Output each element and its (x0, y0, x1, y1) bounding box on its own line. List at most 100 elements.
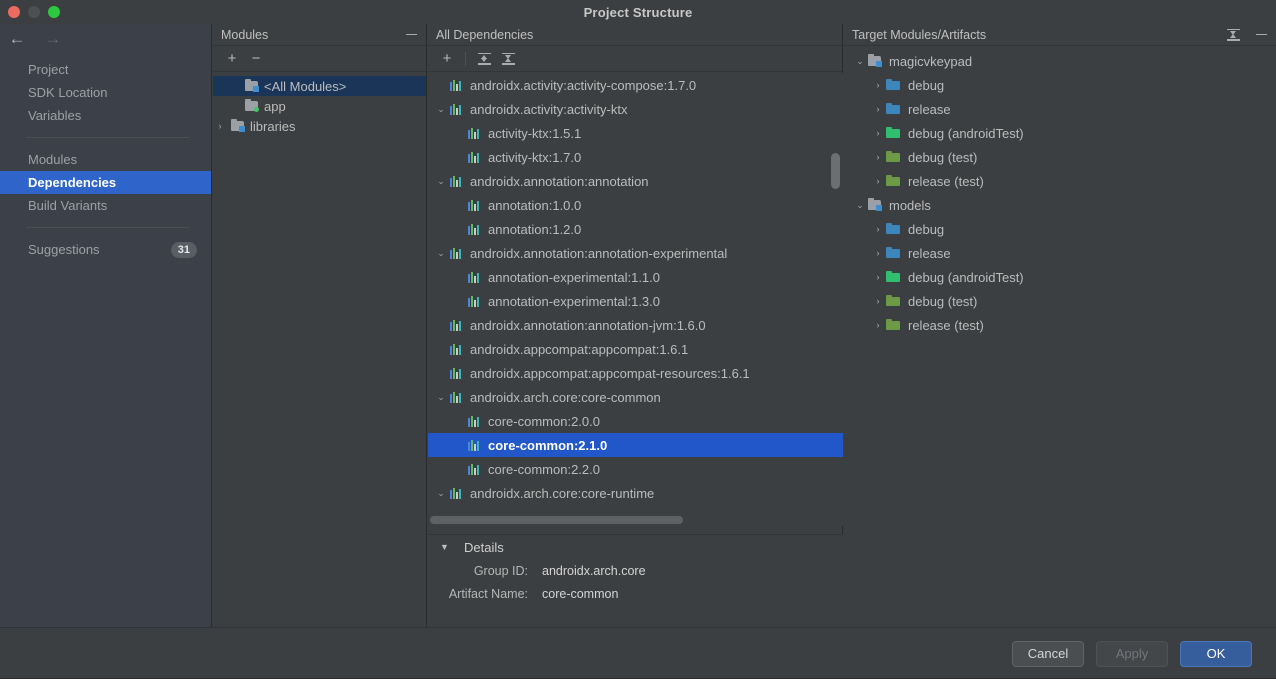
module-row-all-modules[interactable]: › <All Modules> (213, 76, 426, 96)
tree-twisty-icon[interactable]: › (870, 128, 886, 138)
target-row-module[interactable]: ⌄ models (844, 193, 1276, 217)
dependency-row[interactable]: annotation:1.0.0 (428, 193, 843, 217)
modules-tree: › <All Modules> › app › libraries (213, 72, 426, 136)
dependencies-horizontal-scrollbar[interactable] (428, 515, 843, 526)
dependency-row[interactable]: activity-ktx:1.7.0 (428, 145, 843, 169)
sidebar-item-modules[interactable]: Modules (0, 148, 211, 171)
dependency-row[interactable]: core-common:2.2.0 (428, 457, 843, 481)
target-row-label: release (908, 101, 951, 117)
add-module-button[interactable]: + (221, 49, 243, 69)
dependency-row[interactable]: ⌄ androidx.activity:activity-compose:1.7… (428, 73, 843, 97)
dependency-label: androidx.appcompat:appcompat:1.6.1 (470, 341, 689, 357)
dependency-row[interactable]: core-common:2.0.0 (428, 409, 843, 433)
target-row-variant[interactable]: › debug (androidTest) (844, 265, 1276, 289)
tree-twisty-icon[interactable]: › (213, 121, 227, 131)
tree-twisty-icon[interactable]: › (870, 248, 886, 258)
close-window-button[interactable] (8, 6, 20, 18)
sidebar-item-project[interactable]: Project (0, 58, 211, 81)
target-row-variant[interactable]: › debug (844, 217, 1276, 241)
dependency-row[interactable]: ⌄ androidx.annotation:annotation (428, 169, 843, 193)
sidebar-item-sdk-location[interactable]: SDK Location (0, 81, 211, 104)
dependencies-toolbar: + (428, 46, 842, 72)
dependency-row[interactable]: ⌄ androidx.arch.core:core-common (428, 385, 843, 409)
dependency-row-selected[interactable]: core-common:2.1.0 (428, 433, 843, 457)
tree-twisty-icon[interactable]: › (870, 152, 886, 162)
dependency-row[interactable]: annotation-experimental:1.3.0 (428, 289, 843, 313)
dependency-label: core-common:2.0.0 (488, 413, 600, 429)
target-panel-header: Target Modules/Artifacts (844, 24, 1276, 46)
sidebar-item-build-variants[interactable]: Build Variants (0, 194, 211, 217)
tree-twisty-icon[interactable]: › (870, 80, 886, 90)
target-row-variant[interactable]: › release (844, 97, 1276, 121)
target-row-variant[interactable]: › release (test) (844, 313, 1276, 337)
sidebar-group-mid: Modules Dependencies Build Variants (0, 148, 211, 217)
add-dependency-button[interactable]: + (436, 49, 458, 69)
target-row-variant[interactable]: › release (test) (844, 169, 1276, 193)
tree-twisty-icon[interactable]: ⌄ (852, 56, 868, 67)
minimize-icon[interactable] (402, 27, 420, 43)
target-row-variant[interactable]: › debug (test) (844, 289, 1276, 313)
module-row-app[interactable]: › app (213, 96, 426, 116)
expand-all-icon[interactable] (473, 49, 495, 69)
tree-twisty-icon[interactable]: › (870, 104, 886, 114)
sidebar-item-variables[interactable]: Variables (0, 104, 211, 127)
collapse-all-icon[interactable] (497, 49, 519, 69)
sidebar-item-label: Suggestions (28, 242, 100, 257)
back-arrow-icon[interactable]: ← (6, 27, 28, 49)
library-icon (450, 343, 464, 355)
remove-module-button[interactable]: − (245, 49, 267, 69)
details-header[interactable]: ▼ Details (428, 535, 843, 559)
folder-blue-icon (886, 79, 901, 91)
target-row-variant[interactable]: › release (844, 241, 1276, 265)
chevron-down-icon[interactable]: ▼ (440, 542, 450, 552)
target-row-variant[interactable]: › debug (test) (844, 145, 1276, 169)
dependency-row[interactable]: ⌄ androidx.arch.core:core-runtime (428, 481, 843, 505)
target-row-label: release (test) (908, 173, 984, 189)
tree-twisty-icon[interactable]: ⌄ (432, 392, 450, 403)
module-row-libraries[interactable]: › libraries (213, 116, 426, 136)
dependency-row[interactable]: ⌄ androidx.appcompat:appcompat-resources… (428, 361, 843, 385)
dependencies-vertical-scrollbar[interactable] (831, 125, 840, 526)
library-icon (450, 367, 464, 379)
dependency-row[interactable]: ⌄ androidx.activity:activity-ktx (428, 97, 843, 121)
tree-twisty-icon[interactable]: ⌄ (432, 488, 450, 499)
tree-twisty-icon[interactable]: › (870, 176, 886, 186)
target-row-variant[interactable]: › debug (androidTest) (844, 121, 1276, 145)
dependency-row[interactable]: annotation:1.2.0 (428, 217, 843, 241)
tree-twisty-icon[interactable]: ⌄ (432, 248, 450, 259)
tree-twisty-icon[interactable]: ⌄ (432, 104, 450, 115)
sidebar-item-suggestions[interactable]: Suggestions 31 (0, 238, 211, 261)
scrollbar-thumb[interactable] (430, 516, 683, 524)
target-row-label: debug (908, 77, 945, 93)
dependency-row[interactable]: ⌄ androidx.appcompat:appcompat:1.6.1 (428, 337, 843, 361)
dependencies-list[interactable]: ⌄ androidx.activity:activity-compose:1.7… (428, 73, 843, 526)
collapse-all-icon[interactable] (1224, 27, 1242, 43)
dependency-label: core-common:2.1.0 (488, 437, 608, 453)
sidebar-group-bottom: Suggestions 31 (0, 238, 211, 261)
target-row-label: release (908, 245, 951, 261)
ok-button[interactable]: OK (1180, 640, 1252, 667)
apply-button[interactable]: Apply (1096, 640, 1168, 667)
dependency-row[interactable]: ⌄ androidx.annotation:annotation-experim… (428, 241, 843, 265)
target-row-module[interactable]: ⌄ magicvkeypad (844, 49, 1276, 73)
modules-toolbar: + − (213, 46, 426, 72)
dependency-row[interactable]: activity-ktx:1.5.1 (428, 121, 843, 145)
dependency-row[interactable]: ⌄ androidx.annotation:annotation-jvm:1.6… (428, 313, 843, 337)
zoom-window-button[interactable] (48, 6, 60, 18)
library-icon (468, 151, 482, 163)
tree-twisty-icon[interactable]: › (870, 272, 886, 282)
cancel-button[interactable]: Cancel (1012, 640, 1084, 667)
module-icon (868, 198, 882, 211)
minimize-window-button[interactable] (28, 6, 40, 18)
sidebar-item-dependencies[interactable]: Dependencies (0, 171, 211, 194)
dependency-row[interactable]: annotation-experimental:1.1.0 (428, 265, 843, 289)
tree-twisty-icon[interactable]: › (870, 224, 886, 234)
forward-arrow-icon[interactable]: → (42, 27, 64, 49)
scrollbar-thumb[interactable] (831, 153, 840, 189)
tree-twisty-icon[interactable]: › (870, 320, 886, 330)
target-row-variant[interactable]: › debug (844, 73, 1276, 97)
tree-twisty-icon[interactable]: › (870, 296, 886, 306)
minimize-icon[interactable] (1252, 27, 1270, 43)
tree-twisty-icon[interactable]: ⌄ (432, 176, 450, 187)
tree-twisty-icon[interactable]: ⌄ (852, 200, 868, 211)
